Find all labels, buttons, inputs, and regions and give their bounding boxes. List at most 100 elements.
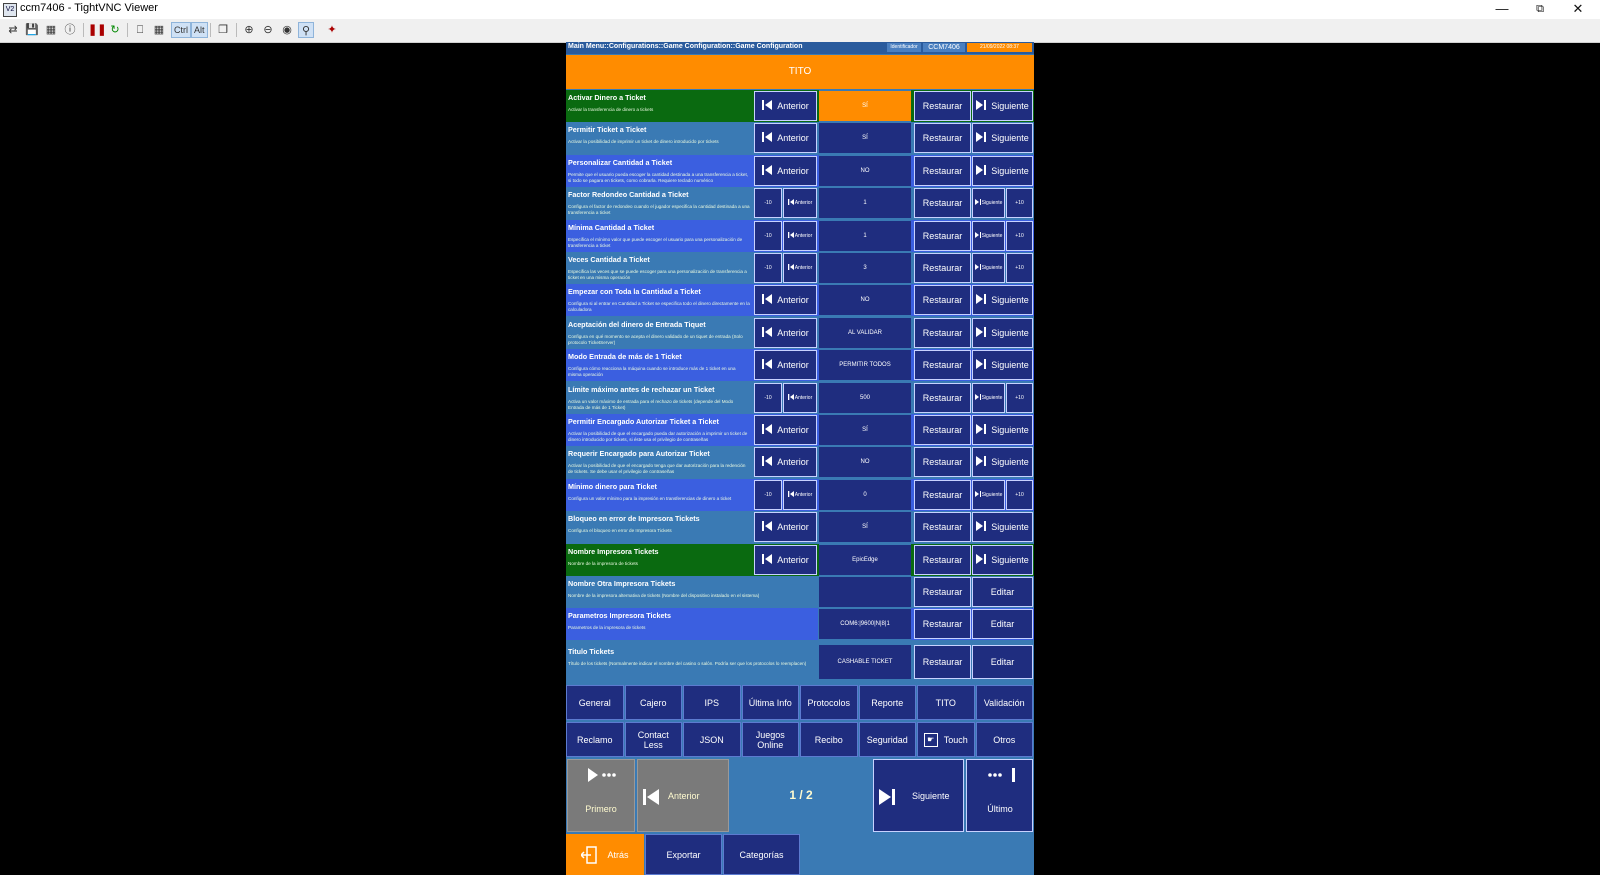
prev-page-button[interactable]: Anterior <box>637 759 729 832</box>
prev-value-button[interactable]: Anterior <box>754 447 817 478</box>
zoom-100-icon[interactable]: ◉ <box>279 22 295 38</box>
restore-button[interactable]: Restaurar <box>914 447 971 478</box>
close-icon[interactable]: ✕ <box>1560 0 1596 19</box>
minus-10-button[interactable]: -10 <box>754 220 782 251</box>
category-tab-recibo[interactable]: Recibo <box>800 722 858 757</box>
category-tab--ltima-info[interactable]: Última Info <box>741 685 799 720</box>
categories-button[interactable]: Categorías <box>723 834 800 875</box>
category-tab-cajero[interactable]: Cajero <box>624 685 682 720</box>
restore-button[interactable]: Restaurar <box>914 609 971 640</box>
plus-10-button[interactable]: +10 <box>1006 253 1033 283</box>
next-value-button[interactable]: Siguiente <box>972 317 1033 348</box>
prev-value-button[interactable]: Anterior <box>754 155 817 186</box>
category-tab-json[interactable]: JSON <box>683 722 741 757</box>
plus-10-button[interactable]: +10 <box>1006 188 1033 219</box>
prev-value-button[interactable]: Anterior <box>754 123 817 154</box>
category-tab-ips[interactable]: IPS <box>683 685 741 720</box>
prev-value-button[interactable]: Anterior <box>754 544 817 575</box>
restore-button[interactable]: Restaurar <box>914 415 971 445</box>
next-value-button[interactable]: Siguiente <box>972 479 1005 510</box>
restore-button[interactable]: Restaurar <box>914 123 971 154</box>
new-connection-icon[interactable]: ⇄ <box>5 22 21 38</box>
transfer-files-icon[interactable]: ❐ <box>215 22 231 38</box>
category-tab-seguridad[interactable]: Seguridad <box>858 722 916 757</box>
next-value-button[interactable]: Siguiente <box>972 415 1033 445</box>
prev-value-button[interactable]: Anterior <box>783 188 817 219</box>
edit-button[interactable]: Editar <box>972 609 1033 640</box>
next-value-button[interactable]: Siguiente <box>972 544 1033 575</box>
next-value-button[interactable]: Siguiente <box>972 220 1005 251</box>
minus-10-button[interactable]: -10 <box>754 382 782 413</box>
restore-button[interactable]: Restaurar <box>914 253 971 283</box>
category-tab-touch[interactable]: ☛ Touch <box>917 722 975 757</box>
minus-10-button[interactable]: -10 <box>754 253 782 283</box>
prev-value-button[interactable]: Anterior <box>754 91 817 121</box>
prev-value-button[interactable]: Anterior <box>754 350 817 381</box>
restore-button[interactable]: Restaurar <box>914 479 971 510</box>
prev-value-button[interactable]: Anterior <box>783 382 817 413</box>
last-page-button[interactable]: Último <box>966 759 1033 832</box>
prev-value-button[interactable]: Anterior <box>783 220 817 251</box>
edit-button[interactable]: Editar <box>972 577 1033 607</box>
plus-10-button[interactable]: +10 <box>1006 220 1033 251</box>
fullscreen-icon[interactable]: ✦ <box>324 22 340 38</box>
restore-button[interactable]: Restaurar <box>914 382 971 413</box>
first-page-button[interactable]: Primero <box>567 759 635 832</box>
next-value-button[interactable]: Siguiente <box>972 350 1033 381</box>
refresh-icon[interactable]: ↻ <box>107 22 123 38</box>
restore-icon[interactable]: ⧉ <box>1522 0 1558 19</box>
restore-button[interactable]: Restaurar <box>914 285 971 316</box>
prev-value-button[interactable]: Anterior <box>754 317 817 348</box>
pause-icon[interactable]: ❚❚ <box>88 22 106 38</box>
restore-button[interactable]: Restaurar <box>914 577 971 607</box>
restore-button[interactable]: Restaurar <box>914 644 971 679</box>
options-icon[interactable]: ▦ <box>43 22 59 38</box>
next-value-button[interactable]: Siguiente <box>972 253 1005 283</box>
restore-button[interactable]: Restaurar <box>914 317 971 348</box>
category-tab-contact-less[interactable]: Contact Less <box>624 722 682 757</box>
category-tab-otros[interactable]: Otros <box>975 722 1033 757</box>
prev-value-button[interactable]: Anterior <box>754 512 817 543</box>
category-tab-tito[interactable]: TITO <box>917 685 975 720</box>
alt-toggle-button[interactable]: Alt <box>191 22 208 38</box>
next-value-button[interactable]: Siguiente <box>972 382 1005 413</box>
next-value-button[interactable]: Siguiente <box>972 123 1033 154</box>
next-page-button[interactable]: Siguiente <box>873 759 964 832</box>
prev-value-button[interactable]: Anterior <box>783 253 817 283</box>
restore-button[interactable]: Restaurar <box>914 91 971 121</box>
back-button[interactable]: Atrás <box>566 834 644 875</box>
restore-button[interactable]: Restaurar <box>914 512 971 543</box>
next-value-button[interactable]: Siguiente <box>972 285 1033 316</box>
ctrl-alt-del-icon[interactable]: ⎕ <box>132 22 148 38</box>
plus-10-button[interactable]: +10 <box>1006 382 1033 413</box>
edit-button[interactable]: Editar <box>972 644 1033 679</box>
zoom-out-icon[interactable]: ⊖ <box>260 22 276 38</box>
minus-10-button[interactable]: -10 <box>754 188 782 219</box>
restore-button[interactable]: Restaurar <box>914 544 971 575</box>
connection-info-icon[interactable]: ⓘ <box>62 22 78 38</box>
zoom-fit-icon[interactable]: ⚲ <box>298 22 314 38</box>
category-tab-juegos-online[interactable]: Juegos Online <box>741 722 799 757</box>
category-tab-protocolos[interactable]: Protocolos <box>800 685 858 720</box>
zoom-in-icon[interactable]: ⊕ <box>241 22 257 38</box>
export-button[interactable]: Exportar <box>645 834 722 875</box>
minimize-icon[interactable]: — <box>1484 0 1520 19</box>
category-tab-reclamo[interactable]: Reclamo <box>566 722 624 757</box>
category-tab-validaci-n[interactable]: Validación <box>975 685 1033 720</box>
category-tab-general[interactable]: General <box>566 685 624 720</box>
next-value-button[interactable]: Siguiente <box>972 91 1033 121</box>
restore-button[interactable]: Restaurar <box>914 188 971 219</box>
next-value-button[interactable]: Siguiente <box>972 155 1033 186</box>
ctrl-esc-icon[interactable]: ▦ <box>151 22 167 38</box>
restore-button[interactable]: Restaurar <box>914 155 971 186</box>
restore-button[interactable]: Restaurar <box>914 350 971 381</box>
prev-value-button[interactable]: Anterior <box>754 285 817 316</box>
next-value-button[interactable]: Siguiente <box>972 447 1033 478</box>
save-icon[interactable]: 💾 <box>24 22 40 38</box>
minus-10-button[interactable]: -10 <box>754 479 782 510</box>
prev-value-button[interactable]: Anterior <box>754 415 817 445</box>
category-tab-reporte[interactable]: Reporte <box>858 685 916 720</box>
restore-button[interactable]: Restaurar <box>914 220 971 251</box>
next-value-button[interactable]: Siguiente <box>972 188 1005 219</box>
next-value-button[interactable]: Siguiente <box>972 512 1033 543</box>
